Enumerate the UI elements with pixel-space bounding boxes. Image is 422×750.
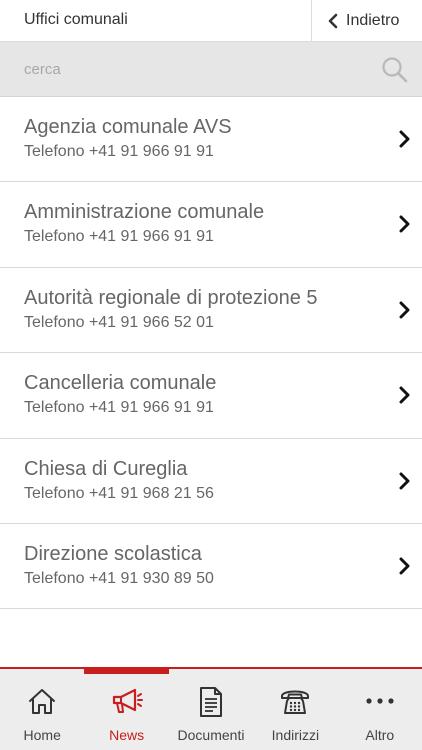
office-name: Chiesa di Cureglia — [24, 457, 188, 480]
list-item[interactable]: Amministrazione comunale Telefono +41 91… — [0, 182, 422, 268]
document-icon — [199, 687, 222, 717]
tab-label: Altro — [365, 727, 395, 743]
megaphone-icon — [112, 688, 143, 713]
back-button[interactable]: Indietro — [311, 0, 422, 41]
telephone-icon — [281, 690, 310, 714]
chevron-right-icon — [399, 215, 410, 233]
list-item[interactable]: Cancelleria comunale Telefono +41 91 966… — [0, 353, 422, 439]
tab-altro[interactable]: Altro — [338, 669, 422, 750]
tab-documenti[interactable]: Documenti — [169, 669, 253, 750]
search-bar — [0, 42, 422, 97]
list-item[interactable]: Chiesa di Cureglia Telefono +41 91 968 2… — [0, 439, 422, 524]
office-name: Direzione scolastica — [24, 542, 202, 565]
tab-label: Home — [23, 727, 61, 743]
list-item[interactable]: Direzione scolastica Telefono +41 91 930… — [0, 524, 422, 610]
list-item[interactable]: Agenzia comunale AVS Telefono +41 91 966… — [0, 97, 422, 183]
chevron-right-icon — [399, 386, 410, 404]
back-button-label: Indietro — [346, 11, 400, 29]
header-bar: Uffici comunali Indietro — [0, 0, 422, 42]
office-phone: Telefono +41 91 966 91 91 — [24, 143, 214, 160]
office-phone: Telefono +41 91 966 91 91 — [24, 228, 214, 246]
office-name: Agenzia comunale AVS — [24, 116, 232, 138]
tab-news[interactable]: News — [84, 669, 169, 750]
chevron-right-icon — [399, 472, 410, 490]
office-phone: Telefono +41 91 968 21 56 — [24, 484, 214, 502]
chevron-right-icon — [399, 130, 410, 148]
home-icon — [29, 689, 56, 714]
more-icon — [366, 698, 394, 704]
office-phone: Telefono +41 91 966 91 91 — [24, 399, 214, 417]
office-name: Cancelleria comunale — [24, 372, 217, 395]
tab-label: News — [109, 727, 145, 743]
tab-label: Indirizzi — [271, 727, 320, 743]
office-name: Autorità regionale di protezione 5 — [24, 286, 318, 309]
chevron-left-icon — [328, 13, 338, 28]
tab-home[interactable]: Home — [0, 669, 84, 750]
office-phone: Telefono +41 91 966 52 01 — [24, 313, 214, 331]
office-name: Amministrazione comunale — [24, 201, 265, 224]
search-icon[interactable] — [381, 56, 409, 84]
search-input[interactable] — [0, 42, 370, 96]
office-phone: Telefono +41 91 930 89 50 — [24, 569, 214, 587]
chevron-right-icon — [399, 557, 410, 575]
tab-label: Documenti — [177, 727, 245, 743]
chevron-right-icon — [399, 301, 410, 319]
office-list: Agenzia comunale AVS Telefono +41 91 966… — [0, 97, 422, 610]
page-title: Uffici comunali — [24, 11, 128, 28]
list-item[interactable]: Autorità regionale di protezione 5 Telef… — [0, 268, 422, 354]
tab-indirizzi[interactable]: Indirizzi — [253, 669, 337, 750]
active-tab-indicator — [84, 669, 169, 674]
bottom-tab-bar: Home News Documenti Indirizzi Altro — [0, 667, 422, 750]
